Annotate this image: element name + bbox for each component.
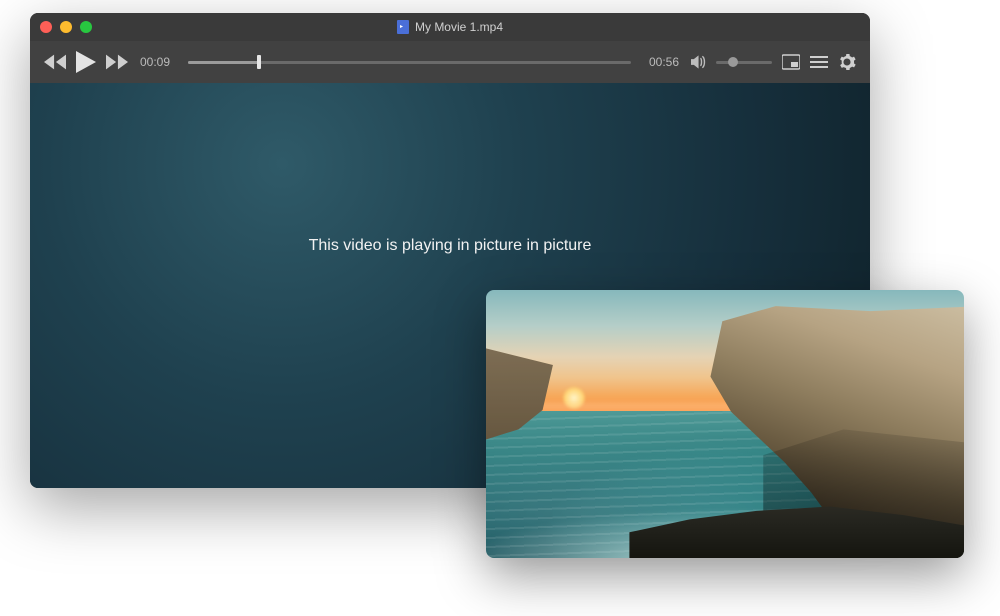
play-button[interactable] <box>76 51 96 73</box>
video-file-icon <box>397 20 409 34</box>
titlebar: My Movie 1.mp4 <box>30 13 870 41</box>
minimize-window-button[interactable] <box>60 21 72 33</box>
window-title-text: My Movie 1.mp4 <box>415 20 503 34</box>
picture-in-picture-button[interactable] <box>782 54 800 70</box>
rewind-button[interactable] <box>44 54 66 70</box>
window-controls <box>40 21 92 33</box>
window-title: My Movie 1.mp4 <box>397 20 503 34</box>
settings-button[interactable] <box>838 54 856 70</box>
pip-video-frame <box>486 290 964 558</box>
close-window-button[interactable] <box>40 21 52 33</box>
volume-icon[interactable] <box>691 55 708 69</box>
pip-status-message: This video is playing in picture in pict… <box>309 237 592 255</box>
picture-in-picture-window[interactable] <box>486 290 964 558</box>
volume-control <box>691 55 772 69</box>
player-toolbar: 00:09 00:56 <box>30 41 870 83</box>
total-time-label: 00:56 <box>649 55 679 69</box>
forward-button[interactable] <box>106 54 128 70</box>
progress-thumb[interactable] <box>257 55 261 69</box>
playlist-button[interactable] <box>810 54 828 70</box>
volume-thumb[interactable] <box>728 57 738 67</box>
volume-slider[interactable] <box>716 61 772 64</box>
progress-fill <box>188 61 259 64</box>
progress-slider[interactable] <box>188 61 631 64</box>
right-controls <box>691 54 856 70</box>
current-time-label: 00:09 <box>140 55 170 69</box>
transport-controls <box>44 51 128 73</box>
fullscreen-window-button[interactable] <box>80 21 92 33</box>
